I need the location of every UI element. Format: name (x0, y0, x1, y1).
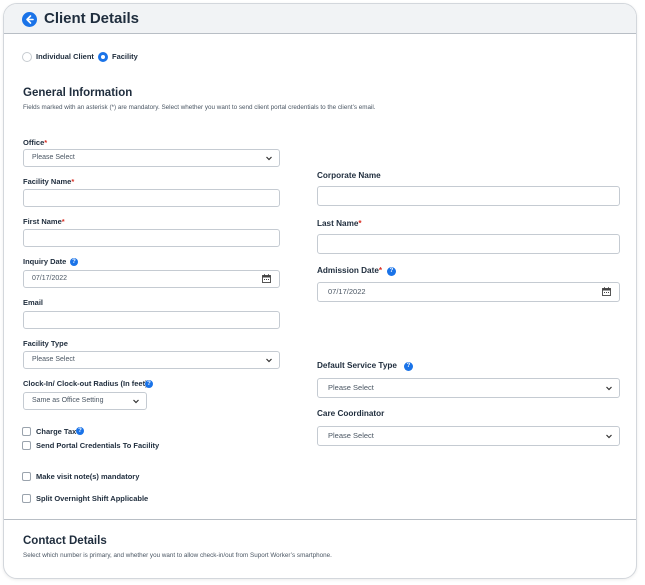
contact-details-title: Contact Details (23, 535, 107, 547)
email-input[interactable] (23, 311, 280, 329)
default-service-type-help-icon[interactable]: ? (404, 362, 413, 371)
office-select[interactable]: Please Select (23, 149, 280, 167)
contact-details-description: Select which number is primary, and whet… (23, 552, 332, 559)
chevron-down-icon (266, 358, 272, 363)
charge-tax-checkbox[interactable] (22, 427, 31, 436)
chevron-down-icon (266, 156, 272, 161)
office-label: Office* (23, 138, 48, 147)
client-details-card: Client Details Individual Client Facilit… (3, 3, 637, 579)
corporate-name-label: Corporate Name (317, 171, 381, 180)
back-arrow-icon[interactable] (22, 12, 37, 27)
chevron-down-icon (606, 434, 612, 439)
visit-notes-mandatory-checkbox[interactable] (22, 472, 31, 481)
default-service-type-select[interactable]: Please Select (317, 378, 620, 398)
email-label: Email (23, 298, 44, 307)
radio-facility-label[interactable]: Facility (112, 52, 138, 61)
inquiry-date-value: 07/17/2022 (32, 275, 68, 282)
clock-radius-select[interactable]: Same as Office Setting (23, 392, 147, 410)
chevron-down-icon (133, 399, 139, 404)
last-name-label: Last Name* (317, 219, 362, 228)
charge-tax-help-icon[interactable]: ? (76, 427, 84, 435)
care-coordinator-select-value: Please Select (328, 431, 374, 440)
inquiry-date-input[interactable]: 07/17/2022 (23, 270, 280, 288)
clock-radius-help-icon[interactable]: ? (145, 380, 153, 388)
facility-name-label: Facility Name* (23, 177, 75, 186)
send-portal-credentials-label[interactable]: Send Portal Credentials To Facility (36, 441, 159, 450)
charge-tax-label[interactable]: Charge Tax (36, 427, 76, 436)
radio-facility[interactable] (98, 52, 108, 62)
split-overnight-shift-label[interactable]: Split Overnight Shift Applicable (36, 494, 148, 503)
default-service-type-select-value: Please Select (328, 383, 374, 392)
general-information-description: Fields marked with an asterisk (*) are m… (23, 104, 376, 111)
clock-radius-select-value: Same as Office Setting (32, 397, 104, 404)
radio-individual-client-label[interactable]: Individual Client (36, 52, 94, 61)
facility-type-select-value: Please Select (32, 356, 75, 363)
admission-date-label: Admission Date* (317, 266, 383, 275)
admission-date-value: 07/17/2022 (328, 287, 366, 296)
chevron-down-icon (606, 386, 612, 391)
send-portal-credentials-checkbox[interactable] (22, 441, 31, 450)
office-select-value: Please Select (32, 154, 75, 161)
inquiry-date-label: Inquiry Date (23, 257, 67, 266)
visit-notes-mandatory-label[interactable]: Make visit note(s) mandatory (36, 472, 139, 481)
admission-date-help-icon[interactable]: ? (387, 267, 396, 276)
inquiry-date-help-icon[interactable]: ? (70, 258, 78, 266)
calendar-icon[interactable] (262, 274, 271, 283)
split-overnight-shift-checkbox[interactable] (22, 494, 31, 503)
corporate-name-input[interactable] (317, 186, 620, 206)
page-title: Client Details (44, 10, 140, 27)
facility-type-label: Facility Type (23, 339, 68, 348)
page-header: Client Details (4, 4, 636, 34)
care-coordinator-select[interactable]: Please Select (317, 426, 620, 446)
first-name-input[interactable] (23, 229, 280, 247)
default-service-type-label: Default Service Type (317, 361, 397, 370)
first-name-label: First Name* (23, 217, 65, 226)
section-divider (4, 519, 636, 520)
facility-name-input[interactable] (23, 189, 280, 207)
general-information-title: General Information (23, 87, 133, 99)
clock-radius-label: Clock-In/ Clock-out Radius (In feet) (23, 379, 148, 388)
facility-type-select[interactable]: Please Select (23, 351, 280, 369)
calendar-icon[interactable] (602, 287, 611, 296)
radio-individual-client[interactable] (22, 52, 32, 62)
admission-date-input[interactable]: 07/17/2022 (317, 282, 620, 302)
last-name-input[interactable] (317, 234, 620, 254)
care-coordinator-label: Care Coordinator (317, 409, 385, 418)
